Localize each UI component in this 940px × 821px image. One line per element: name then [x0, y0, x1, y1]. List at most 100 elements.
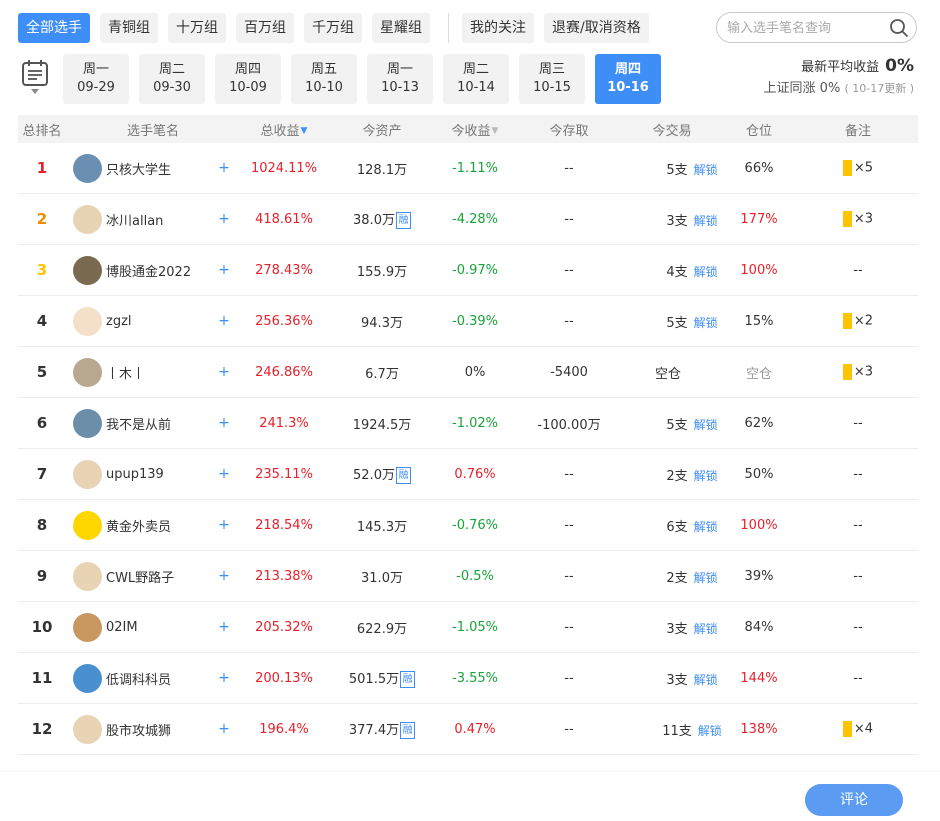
- search-icon[interactable]: [889, 18, 909, 38]
- unlock-link[interactable]: 解锁: [694, 622, 718, 636]
- date-tab-day: 周二: [462, 62, 489, 77]
- note-cell: --: [823, 416, 893, 431]
- player-name[interactable]: 丨木丨: [106, 363, 145, 382]
- avatar[interactable]: [73, 409, 102, 438]
- follow-plus-icon[interactable]: +: [214, 568, 234, 584]
- today-return: 0.47%: [454, 721, 496, 737]
- follow-plus-icon[interactable]: +: [214, 721, 234, 737]
- sort-down-icon: ▼: [300, 126, 308, 136]
- player-name[interactable]: 我不是从前: [106, 414, 171, 433]
- player-name[interactable]: zgzl: [106, 314, 132, 329]
- table-row[interactable]: 8 黄金外卖员 +218.54% 145.3万 -0.76% -- 6支 解锁 100% --: [18, 500, 918, 551]
- avatar[interactable]: [73, 511, 102, 540]
- unlock-link[interactable]: 解锁: [694, 520, 718, 534]
- unlock-link[interactable]: 解锁: [694, 316, 718, 330]
- date-tab[interactable]: 周五 10-10: [291, 54, 357, 104]
- date-tab-day: 周三: [538, 62, 565, 77]
- tab-star-group[interactable]: 星耀组: [372, 13, 430, 43]
- today-access: -100.00万: [537, 417, 601, 433]
- table-row[interactable]: 7 upup139 +235.11% 52.0万融 0.76% -- 2支 解锁 50% --: [18, 449, 918, 500]
- avatar[interactable]: [73, 256, 102, 285]
- tab-all-players[interactable]: 全部选手: [18, 13, 90, 43]
- player-name[interactable]: 冰川allan: [106, 210, 163, 229]
- table-row[interactable]: 6 我不是从前 +241.3% 1924.5万 -1.02% -100.00万 5支 解锁 62…: [18, 398, 918, 449]
- rank-number: 9: [36, 567, 48, 585]
- follow-plus-icon[interactable]: +: [214, 670, 234, 686]
- player-name[interactable]: 低调科科员: [106, 669, 171, 688]
- unlock-link[interactable]: 解锁: [694, 163, 718, 177]
- table-row[interactable]: 4 zgzl +256.36% 94.3万 -0.39% -- 5支 解锁 15% ×2: [18, 296, 918, 347]
- tab-10m-group[interactable]: 千万组: [304, 13, 362, 43]
- header-today-access: 今存取: [549, 123, 589, 139]
- margin-badge: 融: [400, 671, 416, 688]
- date-tab[interactable]: 周一 10-13: [367, 54, 433, 104]
- date-tab-selected[interactable]: 周四 10-16: [595, 54, 661, 104]
- avatar[interactable]: [73, 664, 102, 693]
- date-tab-day: 周五: [310, 62, 337, 77]
- withdraw-button[interactable]: 退赛/取消资格: [544, 13, 649, 43]
- player-name[interactable]: 博股通金2022: [106, 261, 191, 280]
- date-tab[interactable]: 周二 09-30: [139, 54, 205, 104]
- follow-plus-icon[interactable]: +: [214, 517, 234, 533]
- calendar-icon[interactable]: [20, 58, 50, 98]
- player-name[interactable]: 股市攻城狮: [106, 720, 171, 739]
- table-row[interactable]: 3 博股通金2022 +278.43% 155.9万 -0.97% -- 4支 解锁 100% -…: [18, 245, 918, 296]
- tab-1m-group[interactable]: 百万组: [236, 13, 294, 43]
- follow-plus-icon[interactable]: +: [214, 160, 234, 176]
- unlock-link[interactable]: 解锁: [694, 418, 718, 432]
- position: 138%: [740, 721, 778, 737]
- avatar[interactable]: [73, 358, 102, 387]
- table-row[interactable]: 10 02IM +205.32% 622.9万 -1.05% -- 3支 解锁 84% --: [18, 602, 918, 653]
- follow-plus-icon[interactable]: +: [214, 313, 234, 329]
- header-total-return[interactable]: 总收益▼: [244, 120, 324, 139]
- avatar[interactable]: [73, 460, 102, 489]
- note-text: ×4: [853, 721, 874, 737]
- position: 空仓: [745, 366, 772, 382]
- player-name[interactable]: upup139: [106, 467, 164, 482]
- avatar[interactable]: [73, 307, 102, 336]
- follow-plus-icon[interactable]: +: [214, 619, 234, 635]
- table-row[interactable]: 5 丨木丨 +246.86% 6.7万 0% -5400 空仓 空仓 ×3: [18, 347, 918, 398]
- avatar[interactable]: [73, 613, 102, 642]
- today-asset-cell: 38.0万融: [344, 209, 420, 229]
- follow-plus-icon[interactable]: +: [214, 466, 234, 482]
- follow-plus-icon[interactable]: +: [214, 211, 234, 227]
- tab-100k-group[interactable]: 十万组: [168, 13, 226, 43]
- player-name[interactable]: 只核大学生: [106, 159, 171, 178]
- unlock-link[interactable]: 解锁: [694, 469, 718, 483]
- table-row[interactable]: 11 低调科科员 +200.13% 501.5万融 -3.55% -- 3支 解锁 144% --: [18, 653, 918, 704]
- avatar[interactable]: [73, 154, 102, 183]
- unlock-link[interactable]: 解锁: [698, 724, 722, 738]
- unlock-link[interactable]: 解锁: [694, 214, 718, 228]
- avatar[interactable]: [73, 715, 102, 744]
- follow-plus-icon[interactable]: +: [214, 364, 234, 380]
- unlock-link[interactable]: 解锁: [694, 265, 718, 279]
- player-name[interactable]: CWL野路子: [106, 567, 174, 586]
- table-row[interactable]: 2 冰川allan +418.61% 38.0万融 -4.28% -- 3支 解锁 177% ×3: [18, 194, 918, 245]
- comment-button[interactable]: 评论: [805, 784, 903, 816]
- today-return: -1.05%: [452, 619, 498, 635]
- table-row[interactable]: 1 只核大学生 +1024.11% 128.1万 -1.11% -- 5支 解锁 66% ×5: [18, 143, 918, 194]
- follow-plus-icon[interactable]: +: [214, 415, 234, 431]
- date-tab[interactable]: 周一 09-29: [63, 54, 129, 104]
- avatar[interactable]: [73, 562, 102, 591]
- header-today-return[interactable]: 今收益▼: [432, 120, 518, 139]
- table-row[interactable]: 12 股市攻城狮 +196.4% 377.4万融 0.47% -- 11支 解锁 138% ×4: [18, 704, 918, 755]
- date-tab[interactable]: 周四 10-09: [215, 54, 281, 104]
- position: 100%: [740, 262, 778, 278]
- player-name[interactable]: 黄金外卖员: [106, 516, 171, 535]
- note-cell: --: [823, 467, 893, 482]
- table-row[interactable]: 9 CWL野路子 +213.38% 31.0万 -0.5% -- 2支 解锁 39% --: [18, 551, 918, 602]
- unlock-link[interactable]: 解锁: [694, 571, 718, 585]
- tab-bronze-group[interactable]: 青铜组: [100, 13, 158, 43]
- date-tab[interactable]: 周二 10-14: [443, 54, 509, 104]
- player-name[interactable]: 02IM: [106, 620, 138, 635]
- follow-plus-icon[interactable]: +: [214, 262, 234, 278]
- date-tab[interactable]: 周三 10-15: [519, 54, 585, 104]
- avatar[interactable]: [73, 205, 102, 234]
- my-follows-button[interactable]: 我的关注: [462, 13, 534, 43]
- search-input[interactable]: [727, 18, 887, 38]
- unlock-link[interactable]: 解锁: [694, 673, 718, 687]
- today-trade: 6支: [666, 519, 688, 535]
- date-tab-day: 周四: [234, 62, 261, 77]
